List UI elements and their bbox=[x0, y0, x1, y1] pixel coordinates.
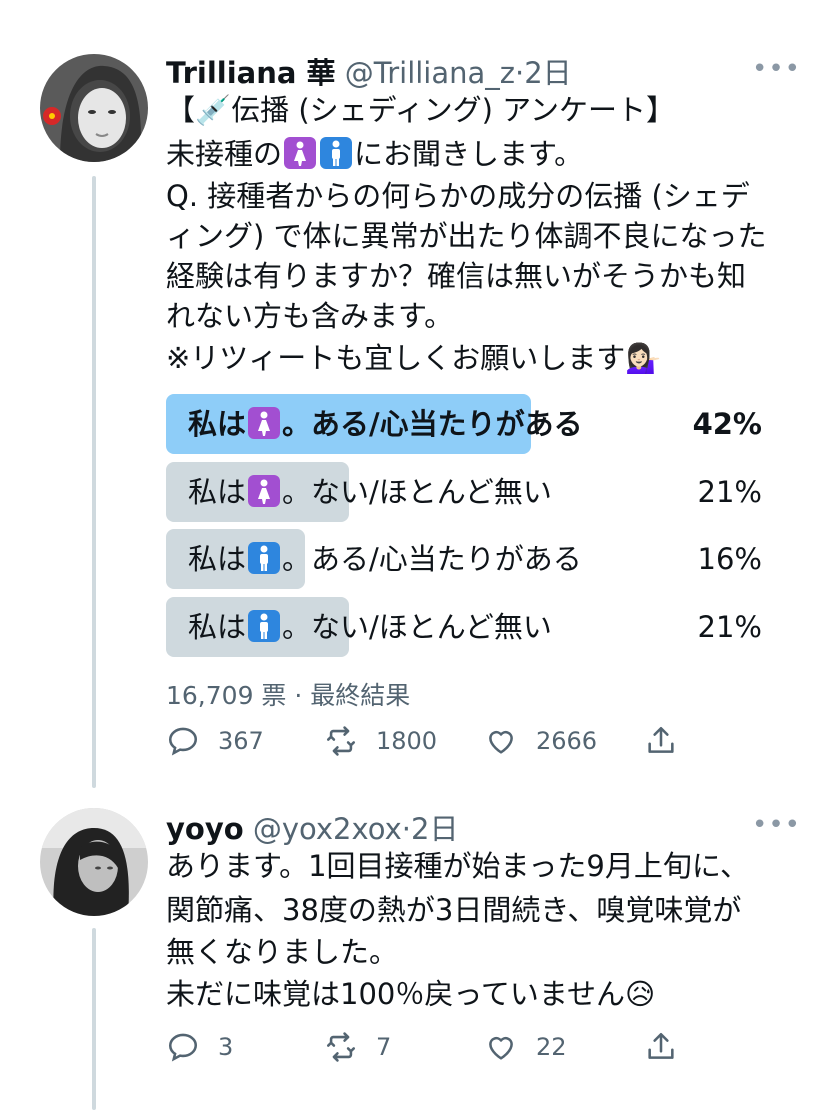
avatar-trilliana[interactable] bbox=[40, 54, 148, 162]
tweet1-header: Trilliana 華 @Trilliana_z·2日 bbox=[166, 56, 572, 90]
reply-icon bbox=[168, 727, 198, 756]
womens-icon bbox=[248, 407, 281, 439]
tweet-text-line: ※リツィートも宜しくお願いします💁🏻‍♀️ bbox=[166, 341, 662, 375]
poll-option-prefix: 私は bbox=[188, 475, 247, 509]
poll-option-label: 私は 。ない/ほとんど無い bbox=[188, 472, 552, 512]
poll-option-suffix: 。ない/ほとんど無い bbox=[282, 475, 552, 509]
womens-icon bbox=[248, 475, 281, 507]
poll-option: 私は 。ある/心当たりがある 42% bbox=[166, 394, 766, 454]
poll-option: 私は 。ある/心当たりがある 16% bbox=[166, 529, 766, 589]
poll-option: 私は 。ない/ほとんど無い 21% bbox=[166, 462, 766, 522]
poll-option-label: 私は 。ある/心当たりがある bbox=[188, 404, 583, 444]
reply-icon bbox=[168, 1033, 198, 1062]
poll-option-prefix: 私は bbox=[188, 542, 247, 576]
thread-line bbox=[92, 176, 96, 788]
like-button[interactable]: 22 bbox=[484, 1030, 567, 1064]
tweet-time[interactable]: 2日 bbox=[524, 56, 571, 90]
author-name[interactable]: yoyo bbox=[166, 812, 244, 846]
avatar-yoyo[interactable] bbox=[40, 808, 148, 916]
retweet-count: 1800 bbox=[376, 727, 438, 755]
poll-option-percent: 42% bbox=[692, 407, 762, 441]
poll-option-percent: 21% bbox=[697, 610, 762, 644]
mens-icon bbox=[248, 542, 281, 574]
more-icon[interactable]: ••• bbox=[752, 54, 801, 84]
retweet-button[interactable]: 7 bbox=[324, 1030, 391, 1064]
retweet-icon bbox=[326, 1032, 356, 1062]
tweet-text-segment: 未接種の bbox=[166, 137, 283, 171]
author-handle[interactable]: @yox2xox bbox=[253, 812, 402, 846]
retweet-button[interactable]: 1800 bbox=[324, 724, 437, 758]
reply-count: 367 bbox=[218, 727, 264, 755]
poll-option-label: 私は 。ない/ほとんど無い bbox=[188, 607, 552, 647]
poll-status: 最終結果 bbox=[310, 681, 411, 710]
thread-line-lower bbox=[92, 928, 96, 1110]
more-icon[interactable]: ••• bbox=[752, 810, 801, 840]
share-button[interactable] bbox=[644, 1030, 696, 1064]
mens-icon bbox=[320, 137, 353, 169]
poll-option-label: 私は 。ある/心当たりがある bbox=[188, 539, 582, 579]
like-count: 22 bbox=[536, 1033, 567, 1061]
poll-option: 私は 。ない/ほとんど無い 21% bbox=[166, 597, 766, 657]
share-icon bbox=[648, 726, 674, 753]
poll-option-suffix: 。ない/ほとんど無い bbox=[282, 610, 552, 644]
like-count: 2666 bbox=[536, 727, 598, 755]
like-icon bbox=[489, 730, 513, 754]
tweet-text-segment: にお聞きします。 bbox=[354, 137, 584, 171]
tweet-text-line: 【💉伝播 (シェディング) アンケート】 bbox=[166, 93, 675, 127]
retweet-icon bbox=[326, 726, 356, 756]
retweet-count: 7 bbox=[376, 1033, 392, 1061]
tweet2-header: yoyo @yox2xox·2日 bbox=[166, 812, 459, 846]
tweet-text-line: ィング) で体に異常が出たり体調不良になった bbox=[166, 219, 767, 253]
poll-option-suffix: 。ある/心当たりがある bbox=[282, 542, 582, 576]
like-button[interactable]: 2666 bbox=[484, 724, 597, 758]
tweet-text-line: れない方も含みます。 bbox=[166, 299, 454, 333]
tweet-text-line: 関節痛、38度の熱が3日間続き、嗅覚味覚が bbox=[166, 893, 742, 927]
poll-option-percent: 16% bbox=[697, 542, 762, 576]
share-icon bbox=[648, 1032, 674, 1059]
author-name[interactable]: Trilliana 華 bbox=[166, 56, 336, 90]
womens-icon bbox=[284, 137, 317, 169]
poll-option-prefix: 私は bbox=[188, 407, 247, 441]
share-button[interactable] bbox=[644, 724, 696, 758]
poll-meta: 16,709 票 · 最終結果 bbox=[166, 681, 411, 710]
reply-count: 3 bbox=[218, 1033, 234, 1061]
like-icon bbox=[489, 1036, 513, 1060]
reply-button[interactable]: 367 bbox=[166, 724, 264, 758]
author-handle[interactable]: @Trilliana_z bbox=[345, 56, 515, 90]
tweet-text-line: Q. 接種者からの何らかの成分の伝播 (シェデ bbox=[166, 179, 750, 213]
tweet-text-line: 経験は有りますか？確信は無いがそうかも知 bbox=[166, 259, 747, 293]
tweet-text-line: あります。1回目接種が始まった9月上旬に、 bbox=[166, 849, 749, 883]
mens-icon bbox=[248, 610, 281, 642]
tweet-text-line: 未接種の にお聞きします。 bbox=[166, 134, 583, 174]
tweet-time[interactable]: 2日 bbox=[411, 812, 458, 846]
tweet-text-line: 無くなりました。 bbox=[166, 935, 399, 969]
poll-option-suffix: 。ある/心当たりがある bbox=[282, 407, 583, 441]
poll-option-percent: 21% bbox=[697, 475, 762, 509]
tweet-text-line: 未だに味覚は100％戻っていません😥 bbox=[166, 977, 656, 1011]
reply-button[interactable]: 3 bbox=[166, 1030, 233, 1064]
poll-votes: 16,709 票 bbox=[166, 681, 287, 710]
poll-option-prefix: 私は bbox=[188, 610, 247, 644]
